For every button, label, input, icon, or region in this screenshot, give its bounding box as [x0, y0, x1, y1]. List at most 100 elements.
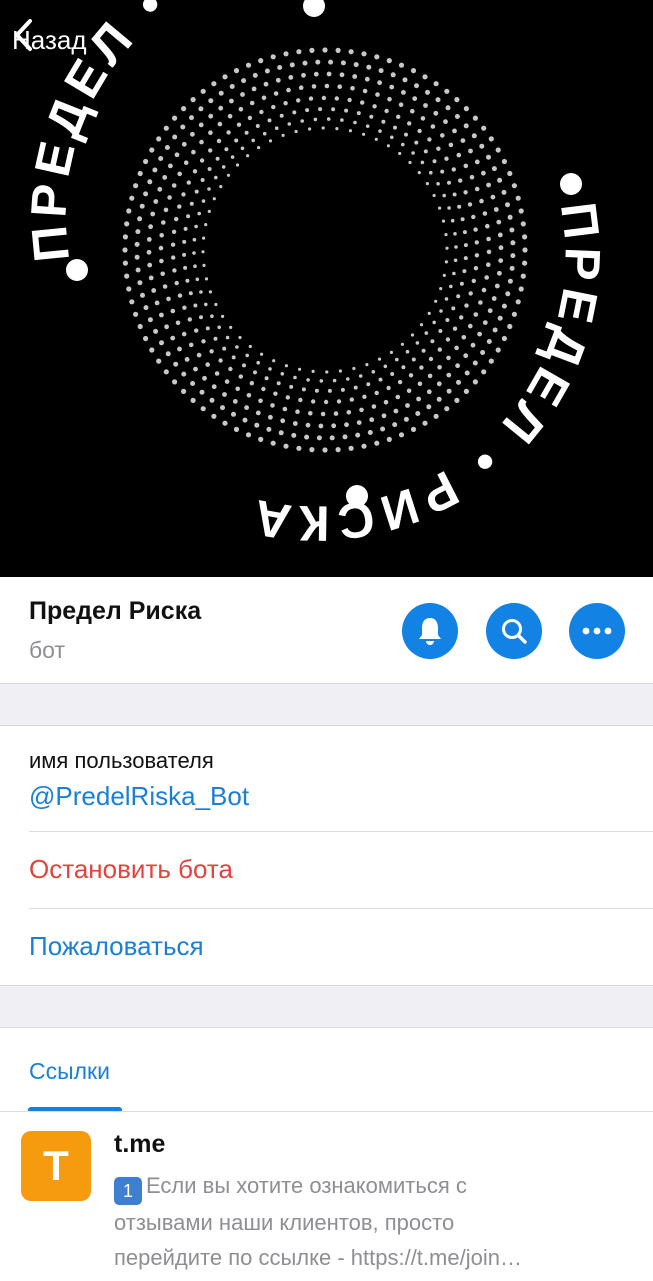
ring-dot: [135, 267, 141, 273]
ring-dot: [481, 287, 487, 293]
ring-dot: [406, 388, 412, 394]
ring-dot: [204, 223, 208, 227]
mute-button[interactable]: [402, 603, 458, 659]
ring-dot: [177, 346, 182, 352]
ring-dot: [177, 171, 182, 177]
ring-dot: [170, 335, 176, 341]
ring-dot: [380, 426, 386, 432]
username-value[interactable]: @PredelRiska_Bot: [29, 781, 249, 812]
ring-dot: [438, 206, 442, 210]
ring-dot: [340, 118, 344, 122]
ring-dot: [374, 54, 380, 60]
ring-dot: [401, 365, 406, 370]
back-button[interactable]: Назад: [12, 18, 87, 62]
ring-dot: [430, 124, 436, 129]
ring-dot: [218, 90, 224, 96]
ring-dot: [507, 278, 513, 284]
stop-bot-cell[interactable]: Остановить бота: [0, 831, 653, 908]
ring-dot: [432, 320, 437, 325]
ring-dot: [423, 103, 428, 108]
ring-dot: [324, 83, 330, 89]
ring-dot: [195, 277, 200, 282]
ring-dot: [181, 141, 187, 147]
ring-dot: [430, 339, 435, 344]
ring-dot: [283, 51, 289, 57]
ring-dot: [493, 207, 499, 212]
ring-dot: [278, 430, 284, 436]
ring-dot: [198, 122, 204, 128]
ring-dot: [159, 312, 164, 318]
ring-dot: [479, 143, 485, 149]
ring-dot: [122, 234, 128, 240]
ring-dot: [433, 110, 439, 116]
ring-dot: [143, 335, 149, 342]
list-item[interactable]: T t.me 1 Если вы хотите ознакомиться с от…: [0, 1111, 653, 1281]
ring-dot: [501, 158, 507, 165]
ring-dot: [486, 262, 491, 268]
username-cell[interactable]: имя пользователя @PredelRiska_Bot: [0, 726, 653, 831]
ring-dot: [232, 399, 238, 404]
ring-dot: [353, 62, 359, 68]
ring-dot: [246, 154, 250, 158]
ring-dot: [199, 315, 203, 320]
ring-dot: [255, 410, 261, 416]
ring-dot: [281, 133, 285, 137]
ring-dot: [229, 325, 233, 329]
ring-dot: [201, 250, 205, 254]
ring-dot: [436, 182, 440, 186]
ring-dot: [251, 138, 255, 143]
ring-dot: [215, 156, 220, 161]
ring-dot: [285, 395, 290, 400]
ring-dot: [408, 160, 412, 165]
ring-dot: [228, 366, 233, 372]
ring-dot: [164, 145, 170, 150]
ring-dot: [172, 115, 178, 121]
report-cell[interactable]: Пожаловаться: [0, 908, 653, 985]
ring-dot: [211, 81, 217, 87]
more-button[interactable]: [569, 603, 625, 659]
ring-dot: [235, 345, 239, 349]
ring-dot: [459, 281, 464, 286]
tab-links[interactable]: Ссылки: [29, 1058, 110, 1085]
bell-icon: [419, 618, 441, 645]
ring-dot: [231, 355, 236, 360]
ring-dot: [387, 96, 392, 102]
ring-dot: [478, 300, 483, 305]
ring-dot: [143, 305, 149, 311]
profile-photo[interactable]: ПРЕДЕЛ • РИСКА ПРЕДЕЛ • РИСКА Назад: [0, 0, 653, 577]
ring-dot: [154, 300, 160, 306]
ring-dot: [438, 329, 443, 333]
ring-dot: [404, 132, 408, 137]
ring-dot: [163, 207, 169, 213]
ring-dot: [496, 219, 502, 225]
ring-dot: [266, 426, 272, 432]
stop-bot-button[interactable]: Остановить бота: [29, 854, 233, 885]
ring-dot: [422, 420, 428, 426]
ring-dot: [455, 363, 460, 369]
link-description-text: Если вы хотите ознакомиться с: [146, 1173, 467, 1198]
ring-dot: [174, 216, 179, 222]
ring-dot: [511, 311, 517, 317]
ring-dot: [308, 96, 314, 101]
ring-dot: [497, 232, 503, 238]
ring-dot: [331, 107, 336, 112]
ring-dot: [490, 194, 496, 200]
ring-dot: [147, 262, 153, 268]
ring-dot: [272, 359, 276, 363]
ring-dot: [252, 72, 258, 78]
ring-dot: [296, 98, 301, 103]
ring-dot: [311, 399, 316, 404]
ring-dot: [159, 258, 164, 264]
ring-dot: [248, 344, 252, 349]
report-button[interactable]: Пожаловаться: [29, 931, 204, 962]
search-button[interactable]: [486, 603, 542, 659]
logo-text-bottom: ПРЕДЕЛ • РИСКА: [244, 199, 611, 551]
ring-dot: [352, 74, 358, 79]
ring-dot: [469, 174, 475, 180]
ring-dot: [199, 389, 205, 395]
ring-dot: [283, 443, 289, 449]
ring-dot: [292, 110, 297, 115]
ring-dot: [229, 84, 235, 89]
ring-dot: [398, 102, 404, 107]
ring-dot: [396, 114, 401, 120]
